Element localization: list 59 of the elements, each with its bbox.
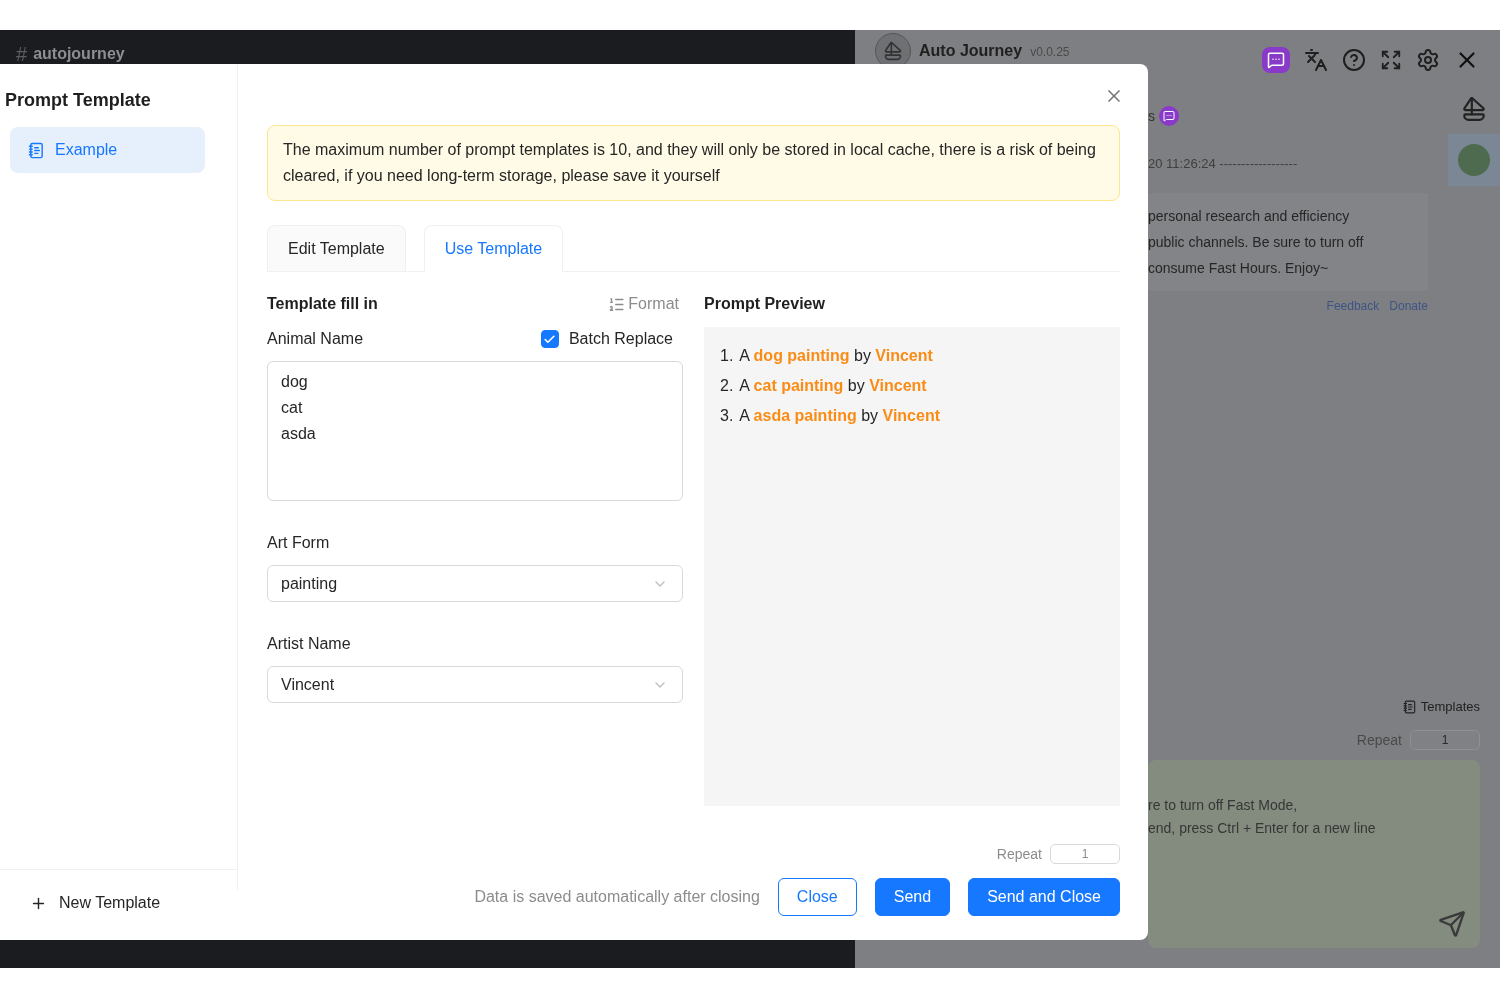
help-icon[interactable] (1342, 48, 1366, 72)
input-text: re to turn off Fast Mode, (1148, 796, 1299, 815)
chat-bubble-icon[interactable] (1262, 47, 1290, 73)
dialog-button[interactable]: Send and Close (968, 878, 1120, 916)
channel-name: autojourney (33, 44, 125, 64)
prompt-text: A cat painting by Vincent (739, 376, 927, 396)
channel-hash: # (16, 44, 28, 64)
batch-replace-checkbox[interactable]: Batch Replace (540, 330, 683, 348)
settings-icon[interactable] (1416, 48, 1440, 72)
checkbox[interactable] (540, 330, 559, 348)
tab[interactable]: Edit Template (267, 225, 406, 271)
field-label: Art Form (267, 534, 330, 552)
timestamp: 20 11:26:24 ------------------ (1148, 156, 1299, 171)
notebook-icon (1402, 699, 1417, 714)
avatar-circle (1458, 144, 1490, 176)
repeat-field[interactable]: 1 (1410, 730, 1480, 750)
repeat-label: Repeat (996, 846, 1042, 862)
avatar-tile[interactable] (1448, 134, 1500, 186)
dialog-button[interactable]: Send (874, 878, 951, 916)
sailboat-icon[interactable] (1461, 96, 1487, 122)
dialog-button[interactable]: Close (777, 878, 857, 916)
sender-name: s (1148, 108, 1155, 124)
chat-bubble-icon (1159, 106, 1179, 126)
checkbox-label: Batch Replace (568, 330, 673, 348)
fullscreen-icon[interactable] (1380, 49, 1402, 71)
repeat-field[interactable]: 1 (1050, 844, 1120, 864)
field-label: Animal Name (267, 330, 364, 348)
panel-title: Auto Journey (919, 42, 1023, 60)
select-field[interactable]: Vincent (267, 666, 683, 703)
new-template-button[interactable]: New Template (0, 869, 237, 912)
prompt-input-field[interactable]: re to turn off Fast Mode, end, press Ctrl + Enter for a new line (1148, 760, 1480, 948)
field-label: Artist Name (267, 635, 351, 653)
list-number: 3. (720, 406, 734, 426)
version-label: v0.0.25 (1030, 45, 1070, 59)
section-heading: Prompt Preview (704, 295, 825, 313)
check-icon (543, 332, 557, 346)
message-text: consume Fast Hours. Enjoy~ (1148, 259, 1330, 278)
repeat-label: Repeat (1356, 732, 1402, 748)
notebook-icon (28, 141, 45, 159)
template-item[interactable]: Example (10, 127, 205, 173)
format-button[interactable]: Format (608, 295, 683, 313)
templates-link[interactable]: Templates (1402, 699, 1480, 714)
warning-alert: The maximum number of prompt templates is 10, and they will only be stored in local cache, there is a risk of being cleared, if you need long-term storage, please save it yourself (267, 125, 1120, 201)
list-number: 2. (720, 376, 734, 396)
tab[interactable]: Use Template (423, 225, 564, 272)
animal-names-field[interactable]: dog cat asda (267, 361, 683, 501)
select-field[interactable]: painting (267, 565, 683, 602)
list-number: 1. (720, 346, 734, 366)
send-icon[interactable] (1438, 910, 1466, 938)
prompt-text: A dog painting by Vincent (739, 346, 933, 366)
message-text: personal research and efficiency (1148, 207, 1351, 226)
translate-icon[interactable] (1304, 48, 1328, 72)
dialog-title: Prompt Template (4, 90, 152, 111)
list-icon (608, 295, 626, 313)
section-heading: Template fill in (267, 295, 378, 313)
input-text: end, press Ctrl + Enter for a new line (1148, 819, 1377, 838)
message-text: public channels. Be sure to turn off (1148, 233, 1365, 252)
autosave-note: Data is saved automatically after closing (474, 888, 760, 906)
prompt-text: A asda painting by Vincent (739, 406, 940, 426)
